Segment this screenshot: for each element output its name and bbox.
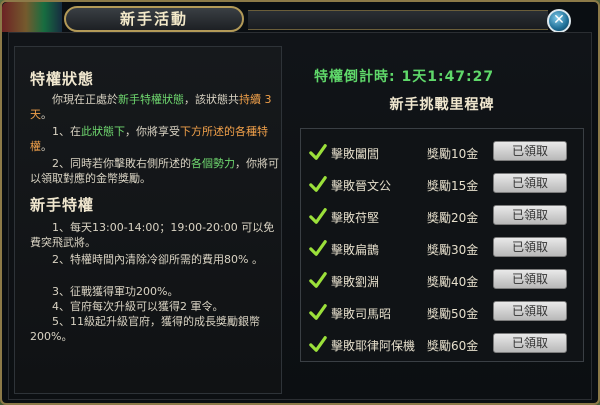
status-text-mid: ，該狀態共: [184, 93, 239, 106]
perk-item-1-text: 1、每天13:00-14:00；19:00-20:00 可以免費突飛武將。: [30, 221, 275, 249]
milestone-reward: 獎勵10金: [427, 147, 479, 161]
point1-highlight: 此狀態下: [81, 125, 125, 138]
milestone-reward: 獎勵15金: [427, 179, 479, 193]
dialog-title: 新手活動: [64, 6, 244, 32]
privilege-status-heading: 特權狀態: [30, 70, 95, 88]
point1-mid: ，你將享受: [125, 125, 180, 138]
milestone-reward: 獎勵40金: [427, 275, 479, 289]
point1-prefix: 1、在: [52, 125, 81, 138]
close-icon: ✕: [553, 12, 565, 28]
claimed-button[interactable]: 已領取: [493, 237, 567, 257]
status-point-1: 1、在此狀態下，你將享受下方所述的各種特權。: [30, 124, 280, 154]
perk-item-1: 1、每天13:00-14:00；19:00-20:00 可以免費突飛武將。: [30, 220, 280, 250]
milestone-reward: 獎勵60金: [427, 339, 479, 353]
milestone-row: 擊敗劉淵 獎勵40金 已領取: [301, 267, 583, 295]
milestone-row: 擊敗司馬昭 獎勵50金 已領取: [301, 299, 583, 327]
perk-item-2: 2、特權時間內清除冷卻所需的費用80% 。: [30, 252, 280, 267]
perk-item-2-text: 2、特權時間內清除冷卻所需的費用80% 。: [52, 253, 263, 266]
claimed-button[interactable]: 已領取: [493, 205, 567, 225]
milestone-row: 擊敗耶律阿保機 獎勵60金 已領取: [301, 331, 583, 359]
status-point-2: 2、同時若你擊敗右側所述的各個勢力，你將可以領取對應的金幣獎勵。: [30, 156, 280, 186]
perk-item-5-text: 5、11級起升級官府，獲得的成長獎勵銀幣200%。: [30, 315, 260, 343]
claimed-button[interactable]: 已領取: [493, 333, 567, 353]
countdown-value: 1天1:47:27: [401, 69, 495, 85]
status-highlight-state: 新手特權狀態: [118, 93, 184, 106]
milestone-reward: 獎勵30金: [427, 243, 479, 257]
perk-item-3: 3、征戰獲得軍功200%。: [30, 284, 280, 299]
check-icon: [309, 240, 327, 256]
check-icon: [309, 304, 327, 320]
corner-ornament: [2, 2, 62, 32]
milestone-reward: 獎勵20金: [427, 211, 479, 225]
milestone-row: 擊敗苻堅 獎勵20金 已領取: [301, 203, 583, 231]
check-icon: [309, 144, 327, 160]
perk-item-4: 4、官府每次升級可以獲得2 軍令。: [30, 299, 280, 314]
privilege-countdown: 特權倒計時: 1天1:47:27: [314, 66, 574, 86]
status-paragraph: 你現在正處於新手特權狀態，該狀態共持續 3天。: [30, 92, 280, 122]
newbie-event-dialog: 新手活動 ✕ 特權狀態 你現在正處於新手特權狀態，該狀態共持續 3天。 1、在此…: [0, 0, 600, 405]
point1-end: 。: [41, 140, 52, 153]
point2-highlight-forces: 各個勢力: [191, 157, 235, 170]
milestone-reward: 獎勵50金: [427, 307, 479, 321]
milestone-name: 擊敗司馬昭: [331, 307, 392, 321]
milestone-name: 擊敗晉文公: [331, 179, 392, 193]
claimed-button[interactable]: 已領取: [493, 269, 567, 289]
milestone-name: 擊敗耶律阿保機: [331, 339, 416, 353]
milestone-row: 擊敗闔閭 獎勵10金 已領取: [301, 139, 583, 167]
point2-prefix: 2、同時若你擊敗右側所述的: [52, 157, 191, 170]
milestones-title: 新手挑戰里程碑: [389, 97, 495, 113]
countdown-label: 特權倒計時:: [314, 69, 396, 85]
milestone-list: 擊敗闔閭 獎勵10金 已領取 擊敗晉文公 獎勵15金 已領取 擊敗苻堅 獎勵20…: [300, 128, 584, 362]
check-icon: [309, 208, 327, 224]
status-text-end: 。: [41, 108, 52, 121]
milestone-name: 擊敗劉淵: [331, 275, 380, 289]
perk-item-4-text: 4、官府每次升級可以獲得2 軍令。: [52, 300, 224, 313]
claimed-button[interactable]: 已領取: [493, 301, 567, 321]
close-button[interactable]: ✕: [547, 9, 571, 33]
perk-item-3-text: 3、征戰獲得軍功200%。: [52, 285, 179, 298]
milestone-name: 擊敗闔閭: [331, 147, 380, 161]
milestone-row: 擊敗扁鵲 獎勵30金 已領取: [301, 235, 583, 263]
status-text-prefix: 你現在正處於: [52, 93, 118, 106]
title-bar-ribbon: [248, 10, 548, 30]
newbie-privileges-heading: 新手特權: [30, 196, 95, 214]
check-icon: [309, 272, 327, 288]
check-icon: [309, 176, 327, 192]
claimed-button[interactable]: 已領取: [493, 141, 567, 161]
check-icon: [309, 336, 327, 352]
milestone-row: 擊敗晉文公 獎勵15金 已領取: [301, 171, 583, 199]
milestone-name: 擊敗苻堅: [331, 211, 380, 225]
perk-item-5: 5、11級起升級官府，獲得的成長獎勵銀幣200%。: [30, 314, 280, 344]
claimed-button[interactable]: 已領取: [493, 173, 567, 193]
milestone-name: 擊敗扁鵲: [331, 243, 380, 257]
